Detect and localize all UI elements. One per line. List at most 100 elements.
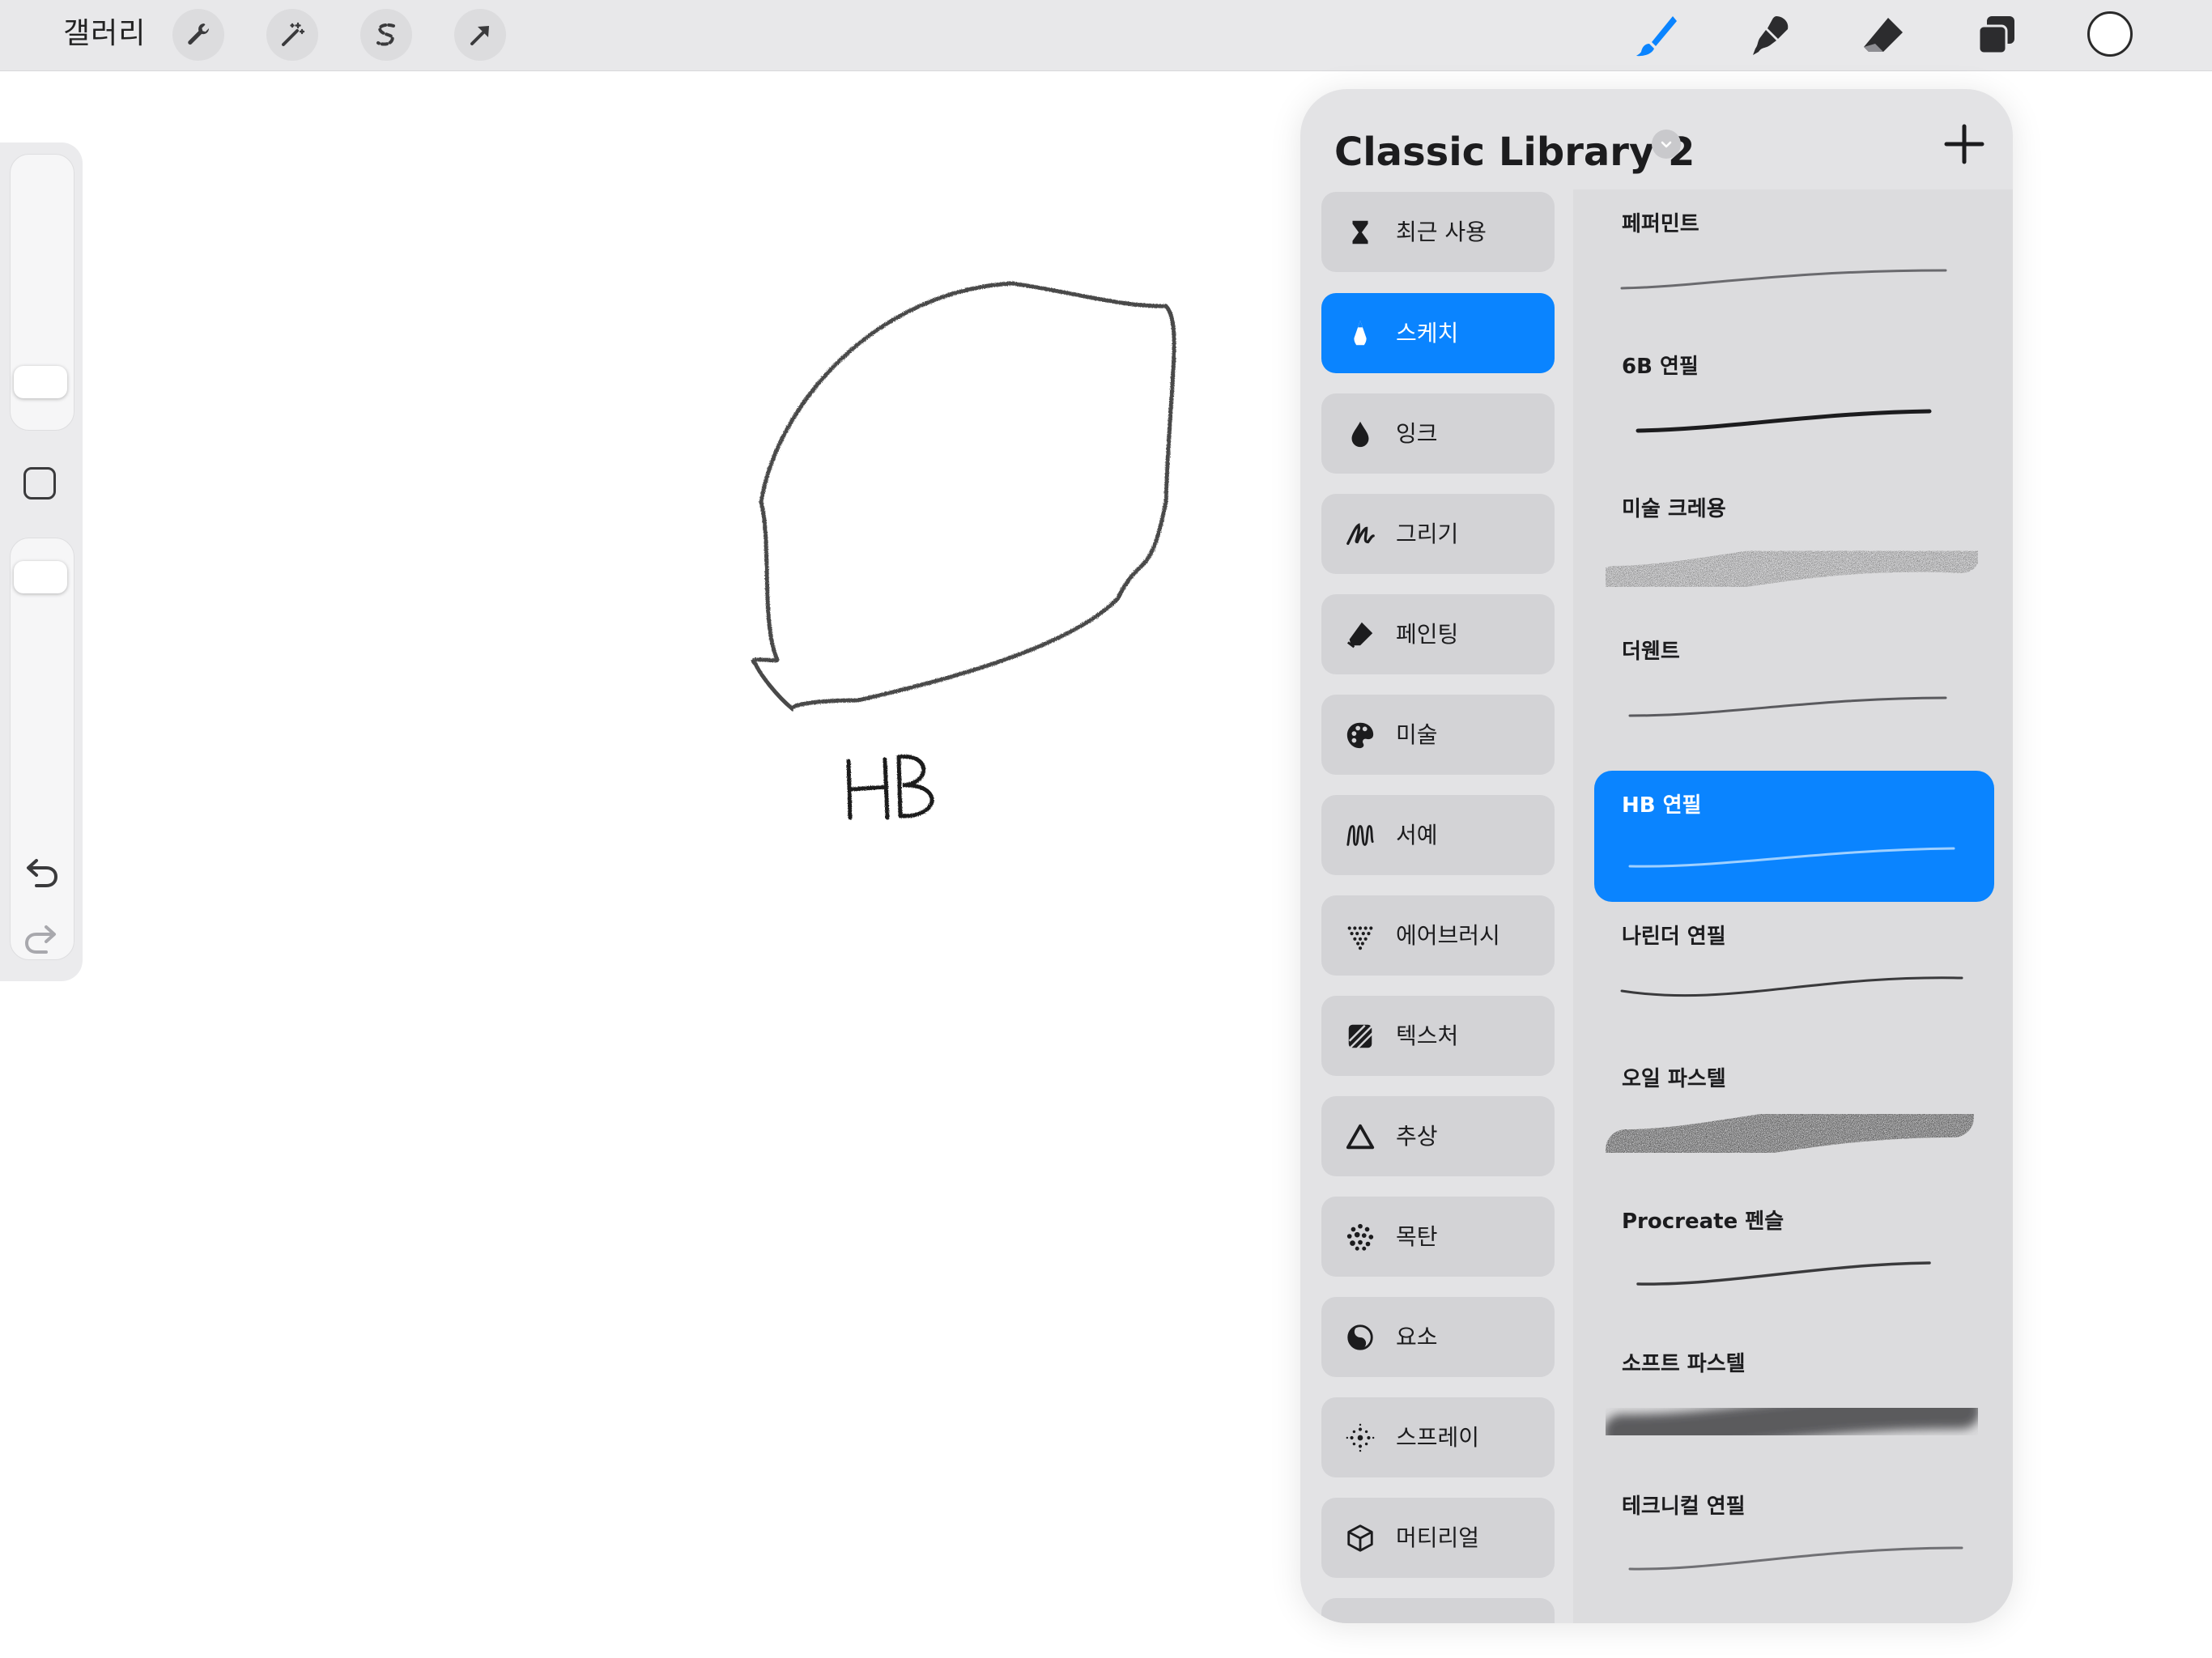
opacity-thumb[interactable]	[14, 560, 67, 593]
category-sketch[interactable]: 스케치	[1321, 293, 1555, 373]
brush-list: 페퍼민트 6B 연필 미술 크레용 더웬트 HB 연필 나린더 연필 오일 파스…	[1573, 189, 2013, 1623]
category-label: 서예	[1396, 821, 1438, 848]
brush-name: 더웬트	[1622, 640, 1680, 664]
category-next-partial[interactable]	[1321, 1598, 1555, 1623]
chevron-down-icon	[1661, 141, 1672, 148]
brush-item-soft-pastel[interactable]: 소프트 파스텔	[1573, 1329, 2013, 1460]
selection-button[interactable]	[360, 9, 412, 61]
wrench-icon	[188, 23, 210, 45]
eraser-icon	[1864, 18, 1903, 52]
redo-icon[interactable]	[20, 920, 62, 962]
brush-stroke-preview	[1628, 696, 1947, 717]
category-airbrush[interactable]: 에어브러시	[1321, 895, 1555, 976]
category-elements[interactable]: 요소	[1321, 1297, 1555, 1377]
brush-name: 테크니컬 연필	[1622, 1494, 1746, 1519]
category-label: 추상	[1396, 1122, 1438, 1150]
modify-button[interactable]	[23, 467, 56, 500]
library-dropdown[interactable]	[1652, 130, 1681, 159]
category-label: 그리기	[1396, 520, 1459, 547]
category-label: 페인팅	[1396, 620, 1459, 648]
drawn-label	[846, 755, 934, 820]
brush-item-narinder-pencil[interactable]: 나린더 연필	[1573, 902, 2013, 1033]
magic-wand-icon	[282, 22, 305, 46]
category-label: 최근 사용	[1396, 218, 1487, 245]
brush-size-thumb[interactable]	[14, 365, 67, 398]
layers-icon	[1977, 16, 2014, 55]
brush-name: 소프트 파스텔	[1622, 1352, 1746, 1376]
smudge-icon	[1753, 16, 1789, 55]
brush-item-technical-pencil[interactable]: 테크니컬 연필	[1573, 1472, 2013, 1603]
brush-library-panel: Classic Library 2 최근 사용 스케치 잉크 그리기 페인팅 미…	[1300, 89, 2013, 1623]
category-label: 목탄	[1396, 1222, 1438, 1250]
brush-name: 나린더 연필	[1622, 925, 1726, 949]
category-abstract[interactable]: 추상	[1321, 1096, 1555, 1176]
transform-button[interactable]	[454, 9, 506, 61]
paint-stroke-icon	[1346, 622, 1373, 648]
pencil-tip-icon	[1354, 320, 1367, 345]
category-label: 스프레이	[1396, 1423, 1480, 1451]
brush-stroke-preview	[1620, 269, 1947, 290]
erase-tool-button[interactable]	[1856, 8, 1911, 63]
palette-icon	[1346, 722, 1374, 748]
library-title[interactable]: Classic Library 2	[1334, 121, 1695, 183]
category-label: 잉크	[1396, 419, 1438, 447]
category-materials[interactable]: 머티리얼	[1321, 1498, 1555, 1578]
top-toolbar: 갤러리	[0, 0, 2212, 71]
category-calligraphy[interactable]: 서예	[1321, 795, 1555, 875]
brush-name: 6B 연필	[1622, 355, 1699, 379]
category-ink[interactable]: 잉크	[1321, 393, 1555, 474]
texture-icon	[1348, 1024, 1374, 1049]
actions-button[interactable]	[172, 9, 224, 61]
brush-item-derwent[interactable]: 더웬트	[1573, 617, 2013, 748]
cube-icon	[1347, 1524, 1373, 1552]
brush-item-peppermint[interactable]: 페퍼민트	[1573, 189, 2013, 321]
category-drawing[interactable]: 그리기	[1321, 494, 1555, 574]
category-texture[interactable]: 텍스처	[1321, 996, 1555, 1076]
category-label: 에어브러시	[1396, 921, 1500, 949]
brush-name: HB 연필	[1622, 793, 1702, 818]
selection-s-icon	[376, 23, 395, 46]
yin-yang-icon	[1347, 1324, 1373, 1350]
smudge-tool-button[interactable]	[1742, 8, 1797, 63]
brush-item-hb-pencil[interactable]: HB 연필	[1594, 771, 1994, 902]
add-brush-icon[interactable]	[1940, 120, 1989, 168]
left-sidebar	[0, 142, 83, 981]
brush-size-slider[interactable]	[10, 154, 74, 431]
brush-item-procreate-pencil[interactable]: Procreate 펜슬	[1573, 1187, 2013, 1318]
adjustments-button[interactable]	[266, 9, 318, 61]
brush-name: 오일 파스텔	[1622, 1067, 1726, 1091]
brush-stroke-preview	[1606, 1097, 1974, 1170]
gallery-button[interactable]: 갤러리	[63, 13, 146, 55]
canvas-drawing	[751, 281, 1176, 820]
ink-drop-icon	[1351, 421, 1369, 447]
brush-item-oil-pastel[interactable]: 오일 파스텔	[1573, 1044, 2013, 1175]
hourglass-icon	[1352, 220, 1368, 244]
brush-item-art-crayon[interactable]: 미술 크레용	[1573, 474, 2013, 606]
brush-name: 미술 크레용	[1622, 497, 1726, 521]
brush-stroke-preview	[1636, 1261, 1931, 1286]
scribble-icon	[1346, 522, 1375, 545]
calligraphy-icon	[1346, 824, 1374, 846]
category-recent[interactable]: 최근 사용	[1321, 192, 1555, 272]
airbrush-icon	[1347, 925, 1373, 950]
brush-stroke-preview	[1620, 976, 1963, 997]
category-artistic[interactable]: 미술	[1321, 695, 1555, 775]
paint-tool-button[interactable]	[1629, 8, 1684, 63]
transform-arrow-icon	[470, 26, 489, 45]
category-label: 요소	[1396, 1323, 1438, 1350]
layers-button[interactable]	[1969, 8, 2024, 63]
undo-icon[interactable]	[20, 853, 62, 895]
brush-stroke-preview	[1636, 409, 1932, 433]
brush-name: Procreate 펜슬	[1622, 1209, 1784, 1234]
color-picker-button[interactable]	[2087, 11, 2133, 57]
brush-stroke-preview	[1628, 847, 1955, 868]
category-label: 머티리얼	[1396, 1524, 1480, 1551]
category-label: 스케치	[1396, 319, 1459, 346]
opacity-slider[interactable]	[10, 538, 74, 960]
brush-item-6b-pencil[interactable]: 6B 연필	[1573, 332, 2013, 463]
category-charcoal[interactable]: 목탄	[1321, 1197, 1555, 1277]
category-spray[interactable]: 스프레이	[1321, 1397, 1555, 1477]
category-label: 텍스처	[1396, 1022, 1459, 1049]
spray-dots-icon	[1346, 1423, 1375, 1452]
category-painting[interactable]: 페인팅	[1321, 594, 1555, 674]
